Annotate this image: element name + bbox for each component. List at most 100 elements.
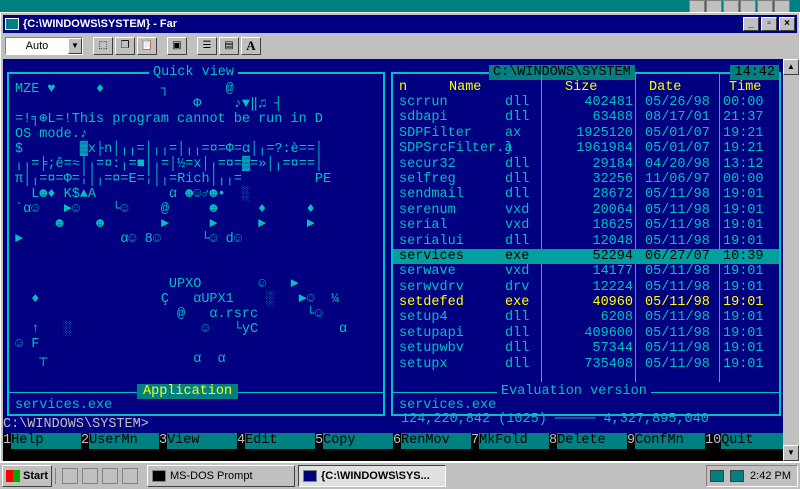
command-line[interactable]: C:\WINDOWS\SYSTEM>	[3, 417, 783, 432]
viewer-line: ► α☺ 8☺ └☺ d☺	[15, 232, 315, 247]
file-date: 05/11/98	[645, 233, 710, 249]
file-time: 19:21	[723, 125, 764, 141]
properties-icon[interactable]: ☰	[197, 37, 217, 55]
mark-icon[interactable]: ⬚	[93, 37, 113, 55]
file-date: 08/17/01	[645, 110, 710, 126]
viewer-line: ↑ ░ ☺ └yC α	[15, 322, 348, 337]
file-row[interactable]: services exe 52294 06/27/07 10:39	[393, 248, 779, 265]
fkey-label: Quit	[721, 433, 783, 449]
fkey-quit[interactable]: 10 Quit	[705, 433, 783, 449]
fkey-label: Copy	[323, 433, 393, 449]
fkey-usermn[interactable]: 2 UserMn	[81, 433, 159, 449]
file-row[interactable]: setupx dll 735408 05/11/98 19:01	[393, 357, 779, 372]
file-row[interactable]: serialui dll 12048 05/11/98 19:01	[393, 234, 779, 249]
fkey-number: 2	[81, 433, 90, 449]
display-icon[interactable]	[730, 470, 745, 482]
fkey-view[interactable]: 3 View	[159, 433, 237, 449]
fullscreen-icon[interactable]: ▣	[167, 37, 187, 55]
fkey-delete[interactable]: 8 Delete	[549, 433, 627, 449]
fkey-help[interactable]: 1 Help	[3, 433, 81, 449]
file-row[interactable]: serwvdrv drv 12224 05/11/98 19:01	[393, 280, 779, 295]
right-panel[interactable]: C:\WINDOWS\SYSTEM 14:42 n Name Size Date…	[391, 65, 781, 427]
file-row[interactable]: sdbapi dll 63488 08/17/01 21:37	[393, 110, 779, 125]
file-size: 20064	[592, 202, 633, 218]
ie-icon[interactable]	[62, 468, 78, 484]
file-row[interactable]: secur32 dll 29184 04/20/98 13:12	[393, 157, 779, 172]
maximize-button[interactable]: ▫	[761, 17, 777, 31]
column-header-date[interactable]: Date	[649, 80, 681, 95]
function-key-bar: 1 Help 2 UserMn 3 View 4 Edit 5 Copy 6 RenMov 7 MkFol…	[3, 433, 783, 449]
window-title: {C:\WINDOWS\SYSTEM} - Far	[23, 18, 178, 30]
channels-icon[interactable]	[122, 468, 138, 484]
file-name: serialui	[399, 233, 464, 249]
fkey-mkfold[interactable]: 7 MkFold	[471, 433, 549, 449]
file-row[interactable]: serenum vxd 20064 05/11/98 19:01	[393, 203, 779, 218]
fkey-number: 7	[471, 433, 480, 449]
file-time: 19:01	[723, 264, 764, 280]
file-size: 29184	[592, 156, 633, 172]
file-row[interactable]: serial vxd 18625 05/11/98 19:01	[393, 218, 779, 233]
file-name: SDPSrcFilter.a	[399, 141, 513, 157]
title-bar[interactable]: {C:\WINDOWS\SYSTEM} - Far _ ▫ ×	[3, 15, 797, 33]
file-row[interactable]: SDPFilter ax 1925120 05/01/07 19:21	[393, 126, 779, 141]
scroll-down-icon[interactable]: ▼	[783, 445, 799, 461]
column-header-name[interactable]: Name	[449, 80, 481, 95]
file-row[interactable]: sendmail dll 28672 05/11/98 19:01	[393, 187, 779, 202]
copy-icon[interactable]: ❐	[115, 37, 135, 55]
file-size: 12048	[592, 233, 633, 249]
quick-view-file: services.exe	[15, 398, 113, 413]
viewer-line: =!╕⊕L=!This program cannot be run in D	[15, 112, 323, 127]
column-header-size[interactable]: Size	[565, 80, 597, 95]
msdos-icon	[152, 470, 166, 482]
font-button[interactable]: A	[241, 37, 261, 55]
background-icon[interactable]: ▤	[219, 37, 239, 55]
file-row[interactable]: setupapi dll 409600 05/11/98 19:01	[393, 326, 779, 341]
file-row[interactable]: SDPSrcFilter.a} 1961984 05/01/07 19:21	[393, 141, 779, 156]
fkey-label: Help	[11, 433, 81, 449]
fkey-edit[interactable]: 4 Edit	[237, 433, 315, 449]
current-file-name: services.exe	[399, 398, 497, 413]
column-header-n: n	[399, 80, 408, 95]
start-button[interactable]: Start	[2, 465, 52, 487]
chevron-down-icon[interactable]: ▼	[68, 38, 82, 54]
left-panel[interactable]: Quick view MZÉ ♥ ♦ ┐ @ Φ ♪▼‖♫ ┤ =!╕⊕L=!Th…	[7, 65, 385, 416]
taskbar-msdos[interactable]: MS-DOS Prompt	[147, 465, 295, 487]
close-button[interactable]: ×	[779, 17, 795, 31]
fkey-number: 6	[393, 433, 402, 449]
file-time: 00:00	[723, 171, 764, 187]
file-ext: dll	[505, 356, 530, 372]
file-row[interactable]: scrrun dll 402481 05/26/98 00:00	[393, 95, 779, 110]
file-row[interactable]: setdefed exe 40960 05/11/98 19:01	[393, 295, 779, 310]
outlook-icon[interactable]	[82, 468, 98, 484]
file-name: secur32	[399, 156, 456, 172]
network-icon[interactable]	[710, 470, 725, 482]
file-size: 1925120	[576, 125, 633, 141]
font-size-select[interactable]: Auto ▼	[5, 37, 83, 55]
file-row[interactable]: setupwbv dll 57344 05/11/98 19:01	[393, 341, 779, 356]
fkey-label: Edit	[245, 433, 315, 449]
file-date: 05/01/07	[645, 125, 710, 141]
evaluation-label: Evaluation version	[497, 384, 651, 399]
console-area[interactable]: Quick view MZÉ ♥ ♦ ┐ @ Φ ♪▼‖♫ ┤ =!╕⊕L=!Th…	[3, 59, 783, 461]
file-ext: dll	[505, 187, 530, 203]
file-date: 05/11/98	[645, 310, 710, 326]
fkey-renmov[interactable]: 6 RenMov	[393, 433, 471, 449]
file-time: 19:21	[723, 141, 764, 157]
tray-clock[interactable]: 2:42 PM	[750, 470, 791, 482]
desktop-icon[interactable]	[102, 468, 118, 484]
paste-icon[interactable]: 📋	[137, 37, 157, 55]
column-header-time[interactable]: Time	[729, 80, 761, 95]
file-ext: }	[505, 141, 514, 157]
taskbar-far[interactable]: {C:\WINDOWS\SYS...	[298, 465, 446, 487]
minimize-button[interactable]: _	[743, 17, 759, 31]
fkey-confmn[interactable]: 9 ConfMn	[627, 433, 705, 449]
file-date: 05/11/98	[645, 264, 710, 280]
file-time: 19:01	[723, 279, 764, 295]
file-row[interactable]: serwave vxd 14177 05/11/98 19:01	[393, 264, 779, 279]
file-row[interactable]: selfreg dll 32256 11/06/97 00:00	[393, 172, 779, 187]
file-row[interactable]: setup4 dll 6208 05/11/98 19:01	[393, 310, 779, 325]
scroll-up-icon[interactable]: ▲	[783, 59, 799, 75]
console-scrollbar[interactable]: ▲ ▼	[783, 59, 799, 461]
fkey-copy[interactable]: 5 Copy	[315, 433, 393, 449]
file-ext: ax	[505, 125, 522, 141]
